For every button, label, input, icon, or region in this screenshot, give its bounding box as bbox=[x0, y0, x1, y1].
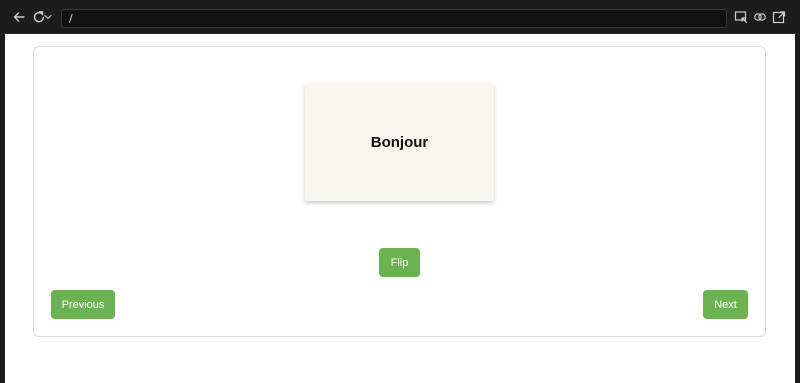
flip-button[interactable]: Flip bbox=[379, 248, 420, 277]
viewport-right-edge bbox=[795, 34, 800, 383]
chevron-down-icon[interactable] bbox=[43, 9, 53, 25]
page-viewport: Bonjour Flip Previous Next bbox=[5, 34, 795, 383]
address-bar[interactable]: / bbox=[61, 9, 727, 28]
next-button[interactable]: Next bbox=[703, 290, 748, 319]
flashcard[interactable]: Bonjour bbox=[305, 83, 494, 201]
link-icon[interactable] bbox=[752, 9, 768, 25]
back-arrow-icon[interactable] bbox=[11, 9, 27, 25]
open-external-icon[interactable] bbox=[771, 9, 787, 25]
browser-toolbar: / bbox=[0, 0, 800, 34]
flashcard-container: Bonjour Flip Previous Next bbox=[33, 46, 766, 337]
screenshot-icon[interactable] bbox=[733, 9, 749, 25]
previous-button[interactable]: Previous bbox=[51, 290, 115, 319]
browser-window: / Bonjour Flip Previous Next bbox=[0, 0, 800, 383]
flashcard-word: Bonjour bbox=[370, 133, 429, 151]
